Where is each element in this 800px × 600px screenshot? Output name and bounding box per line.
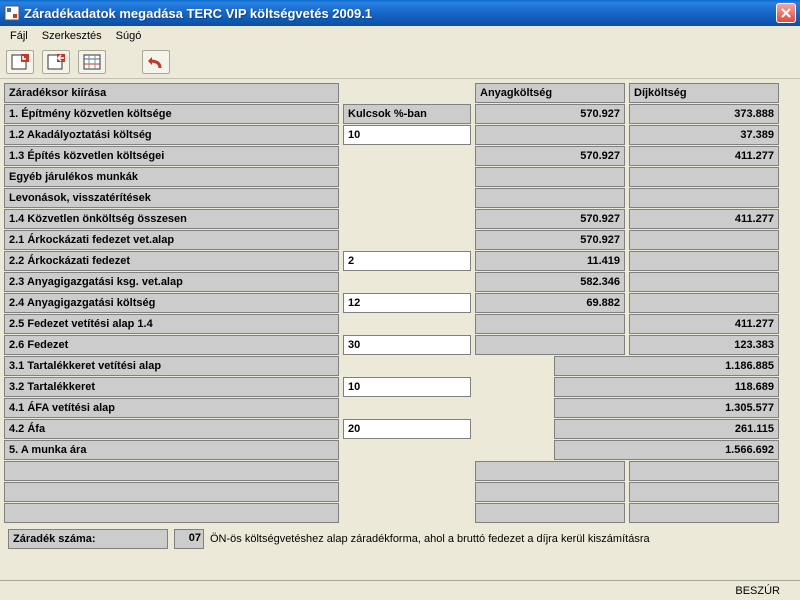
footer-description: ÖN-ös költségvetéshez alap záradékforma,…: [210, 533, 650, 545]
material-cost: [475, 314, 625, 334]
fee-cost: [629, 230, 779, 250]
row-label: 3.1 Tartalékkeret vetítési alap: [4, 356, 339, 376]
empty-row: [4, 461, 339, 481]
percent-input[interactable]: [343, 293, 471, 313]
row-label: 2.5 Fedezet vetítési alap 1.4: [4, 314, 339, 334]
app-icon: [4, 5, 20, 21]
toolbar-grid-icon[interactable]: [78, 50, 106, 74]
material-cost: 570.927: [475, 230, 625, 250]
row-label: 5. A munka ára: [4, 440, 339, 460]
material-cost: 570.927: [475, 209, 625, 229]
empty-mat: [475, 482, 625, 502]
toolbar-undo-icon[interactable]: [142, 50, 170, 74]
row-label: 1.4 Közvetlen önköltség összesen: [4, 209, 339, 229]
fee-cost: [629, 272, 779, 292]
fee-cost: [629, 188, 779, 208]
close-button[interactable]: [776, 3, 796, 23]
header-fee: Díjköltség: [629, 83, 779, 103]
empty-row: [4, 503, 339, 523]
row-label: 1.3 Építés közvetlen költségei: [4, 146, 339, 166]
status-insert: BESZÚR: [735, 585, 780, 597]
row-label: 2.4 Anyagigazgatási költség: [4, 293, 339, 313]
fee-cost: [629, 293, 779, 313]
empty-fee: [629, 482, 779, 502]
empty-mat: [475, 461, 625, 481]
material-cost: 69.882: [475, 293, 625, 313]
material-cost: 11.419: [475, 251, 625, 271]
merged-value: 1.186.885: [554, 356, 779, 376]
row-label: 1. Építmény közvetlen költsége: [4, 104, 339, 124]
row-label: 2.2 Árkockázati fedezet: [4, 251, 339, 271]
toolbar: [0, 46, 800, 79]
header-material: Anyagköltség: [475, 83, 625, 103]
content-area: Záradéksor kiírása Anyagköltség Díjkölts…: [0, 79, 800, 557]
material-cost: 570.927: [475, 146, 625, 166]
row-label: Egyéb járulékos munkák: [4, 167, 339, 187]
window-title: Záradékadatok megadása TERC VIP költségv…: [24, 6, 776, 21]
merged-value: 1.305.577: [554, 398, 779, 418]
toolbar-import-icon[interactable]: [42, 50, 70, 74]
percent-input[interactable]: [343, 419, 471, 439]
menu-edit[interactable]: Szerkesztés: [38, 30, 106, 42]
material-cost: [475, 125, 625, 145]
header-percent: Kulcsok %-ban: [343, 104, 471, 124]
material-cost: [475, 188, 625, 208]
header-label: Záradéksor kiírása: [4, 83, 339, 103]
footer-label: Záradék száma:: [8, 529, 168, 549]
percent-input[interactable]: [343, 377, 471, 397]
menu-help[interactable]: Súgó: [112, 30, 146, 42]
row-label: 2.1 Árkockázati fedezet vet.alap: [4, 230, 339, 250]
merged-value: 261.115: [554, 419, 779, 439]
empty-mat: [475, 503, 625, 523]
material-cost: [475, 335, 625, 355]
fee-cost: 123.383: [629, 335, 779, 355]
material-cost: 570.927: [475, 104, 625, 124]
row-label: Levonások, visszatérítések: [4, 188, 339, 208]
toolbar-save-icon[interactable]: [6, 50, 34, 74]
percent-input[interactable]: [343, 125, 471, 145]
empty-row: [4, 482, 339, 502]
titlebar: Záradékadatok megadása TERC VIP költségv…: [0, 0, 800, 26]
row-label: 2.6 Fedezet: [4, 335, 339, 355]
fee-cost: 373.888: [629, 104, 779, 124]
footer-number: 07: [174, 529, 204, 549]
merged-value: 118.689: [554, 377, 779, 397]
empty-fee: [629, 503, 779, 523]
percent-input[interactable]: [343, 251, 471, 271]
fee-cost: 411.277: [629, 314, 779, 334]
row-label: 1.2 Akadályoztatási költség: [4, 125, 339, 145]
row-label: 3.2 Tartalékkeret: [4, 377, 339, 397]
fee-cost: 411.277: [629, 209, 779, 229]
fee-cost: [629, 251, 779, 271]
material-cost: [475, 167, 625, 187]
merged-value: 1.566.692: [554, 440, 779, 460]
statusbar: BESZÚR: [0, 580, 800, 600]
menu-file[interactable]: Fájl: [6, 30, 32, 42]
footer-row: Záradék száma: 07 ÖN-ös költségvetéshez …: [4, 525, 796, 553]
row-label: 2.3 Anyagigazgatási ksg. vet.alap: [4, 272, 339, 292]
empty-fee: [629, 461, 779, 481]
row-label: 4.1 ÁFA vetítési alap: [4, 398, 339, 418]
percent-input[interactable]: [343, 335, 471, 355]
fee-cost: [629, 167, 779, 187]
fee-cost: 411.277: [629, 146, 779, 166]
row-label: 4.2 Áfa: [4, 419, 339, 439]
material-cost: 582.346: [475, 272, 625, 292]
menubar: Fájl Szerkesztés Súgó: [0, 26, 800, 46]
fee-cost: 37.389: [629, 125, 779, 145]
